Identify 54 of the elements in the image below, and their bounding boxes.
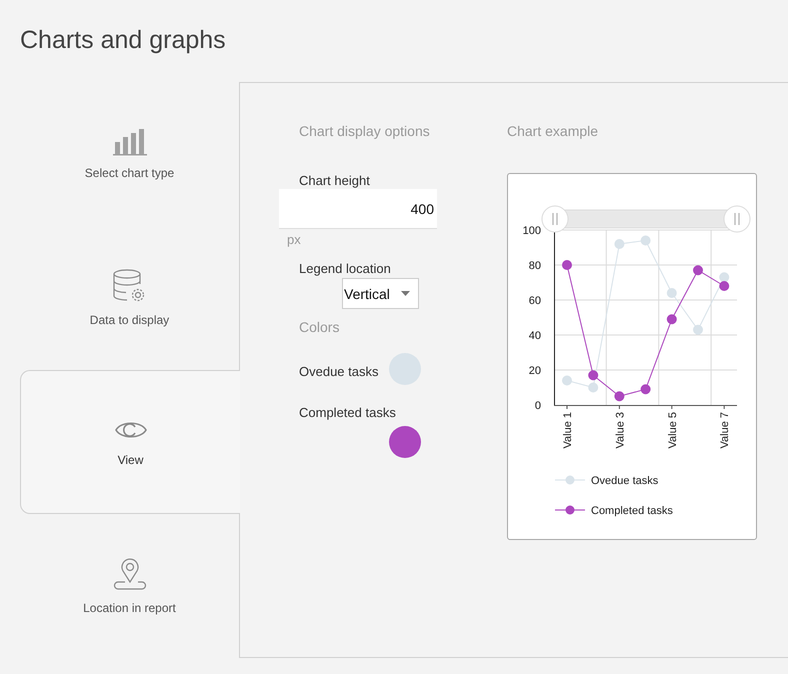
data-point [640, 384, 651, 394]
database-gear-icon [112, 269, 146, 303]
caret-icon [401, 291, 410, 296]
section-heading: Chart display options [299, 123, 431, 141]
height-input[interactable]: 400 [279, 189, 437, 229]
field-label: Legend location [299, 261, 392, 276]
data-point [614, 391, 624, 402]
data-point [719, 272, 730, 282]
color-label: Ovedue tasks [299, 364, 378, 378]
data-point [693, 265, 703, 276]
axis-label: Value 5 [666, 412, 679, 448]
data-point [719, 281, 730, 291]
step-label: View [118, 453, 144, 467]
step-tab[interactable]: Location in report [20, 514, 240, 658]
step-label: Location in report [83, 601, 176, 615]
axis-label: Value 3 [614, 412, 626, 448]
location-pin-icon [112, 557, 146, 591]
bar-chart-icon [112, 128, 146, 156]
data-point [640, 236, 651, 246]
data-point [562, 260, 572, 270]
range-handle[interactable] [724, 206, 750, 232]
axis-label: Value 7 [719, 412, 732, 448]
data-point [666, 314, 677, 324]
unit-label: px [287, 232, 302, 247]
data-point [562, 376, 572, 386]
axis-label: 100 [522, 225, 541, 237]
axis-label: Value 1 [562, 412, 574, 448]
data-point [588, 370, 598, 380]
color-swatch[interactable] [389, 426, 421, 458]
legend-label: Ovedue tasks [591, 475, 658, 487]
page-title: Charts and graphs [20, 26, 227, 56]
legend-marker [554, 506, 586, 514]
axis-label: 80 [528, 260, 541, 272]
axis-label: 20 [528, 365, 541, 377]
legend-marker [554, 476, 586, 484]
field-label: Chart height [299, 173, 371, 188]
section-heading: Chart example [507, 123, 600, 141]
range-handle[interactable] [542, 206, 568, 232]
step-label: Data to display [90, 313, 170, 327]
axis-label: 60 [528, 295, 541, 307]
step-tab[interactable]: View [20, 370, 240, 514]
color-label: Completed tasks [299, 405, 397, 420]
step-tab[interactable]: Select chart type [20, 82, 240, 226]
axis-label: 40 [528, 330, 541, 342]
color-swatch[interactable] [389, 353, 421, 385]
section-heading: Colors [299, 319, 340, 337]
legend-select[interactable]: Vertical [342, 278, 419, 309]
step-label: Select chart type [84, 166, 174, 180]
axis-label: 0 [534, 400, 541, 412]
data-point [693, 324, 703, 335]
data-point [588, 382, 598, 392]
data-point [666, 288, 677, 298]
data-point [614, 239, 624, 249]
legend-label: Completed tasks [591, 505, 673, 517]
